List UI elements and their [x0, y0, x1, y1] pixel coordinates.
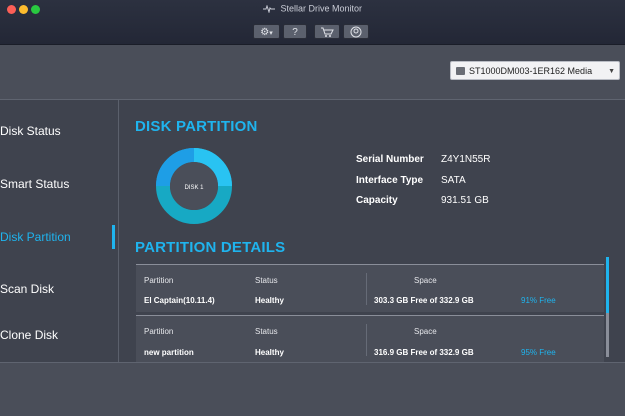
sidebar-item-label: Clone Disk [0, 328, 59, 342]
disk-partition-title: DISK PARTITION [135, 118, 258, 135]
status-header: Status [255, 276, 278, 285]
partition-status: Healthy [255, 348, 284, 357]
sidebar-item-clone-disk[interactable]: Clone Disk [0, 323, 118, 347]
space-header: Space [414, 276, 437, 285]
column-divider [366, 273, 367, 305]
sidebar-item-label: Smart Status [0, 177, 70, 191]
sidebar-item-label: Disk Status [0, 124, 61, 138]
capacity-label: Capacity [356, 195, 398, 206]
scrollbar-thumb[interactable] [606, 257, 609, 313]
account-icon [350, 26, 362, 38]
cart-button[interactable] [314, 24, 340, 39]
window-title: Stellar Drive Monitor [280, 3, 363, 14]
account-button[interactable] [343, 24, 369, 39]
chevron-down-icon: ▼ [608, 68, 615, 75]
pulse-icon [262, 4, 275, 13]
serial-number-label: Serial Number [356, 154, 424, 165]
partition-space: 316.9 GB Free of 332.9 GB [374, 348, 474, 357]
dropdown-caret-icon: ▾ [269, 30, 273, 37]
sidebar-item-label: Disk Partition [0, 230, 71, 244]
partition-free-percent: 95% Free [521, 348, 556, 357]
donut-label: DISK 1 [184, 185, 204, 191]
partition-row[interactable]: Partition Status Space El Captain(10.11.… [136, 264, 604, 312]
sidebar-item-smart-status[interactable]: Smart Status [0, 172, 118, 196]
hard-drive-icon [456, 67, 465, 75]
column-divider [366, 324, 367, 356]
partition-status: Healthy [255, 296, 284, 305]
disk-select-dropdown[interactable]: ST1000DM003-1ER162 Media ▼ [450, 61, 620, 80]
selected-disk-label: ST1000DM003-1ER162 Media [469, 66, 593, 76]
disk-selector-bar: ST1000DM003-1ER162 Media ▼ [0, 45, 625, 100]
space-header: Space [414, 327, 437, 336]
cart-icon [321, 27, 334, 37]
title-bar: Stellar Drive Monitor ⚙▾ ? [0, 0, 625, 45]
partition-free-percent: 91% Free [521, 296, 556, 305]
status-header: Status [255, 327, 278, 336]
serial-number-value: Z4Y1N55R [441, 154, 491, 165]
bottom-bar [0, 362, 625, 416]
help-label: ? [292, 27, 298, 38]
help-button[interactable]: ? [283, 24, 307, 39]
active-indicator [112, 225, 115, 249]
partition-row[interactable]: Partition Status Space new partition Hea… [136, 315, 604, 362]
capacity-value: 931.51 GB [441, 195, 489, 206]
gear-icon: ⚙ [260, 27, 270, 38]
settings-button[interactable]: ⚙▾ [253, 24, 280, 39]
partition-name: new partition [144, 348, 194, 357]
disk-donut-chart[interactable]: DISK 1 [152, 146, 236, 226]
partition-details-title: PARTITION DETAILS [135, 239, 286, 256]
sidebar: Disk Status Smart Status Disk Partition … [0, 100, 119, 362]
partition-header: Partition [144, 327, 174, 336]
sidebar-item-disk-status[interactable]: Disk Status [0, 119, 118, 143]
sidebar-item-disk-partition[interactable]: Disk Partition [0, 225, 118, 249]
partition-header: Partition [144, 276, 174, 285]
partition-space: 303.3 GB Free of 332.9 GB [374, 296, 474, 305]
sidebar-item-label: Scan Disk [0, 282, 55, 296]
sidebar-item-scan-disk[interactable]: Scan Disk [0, 277, 118, 301]
interface-type-label: Interface Type [356, 175, 424, 186]
partition-name: El Captain(10.11.4) [144, 296, 215, 305]
interface-type-value: SATA [441, 175, 466, 186]
